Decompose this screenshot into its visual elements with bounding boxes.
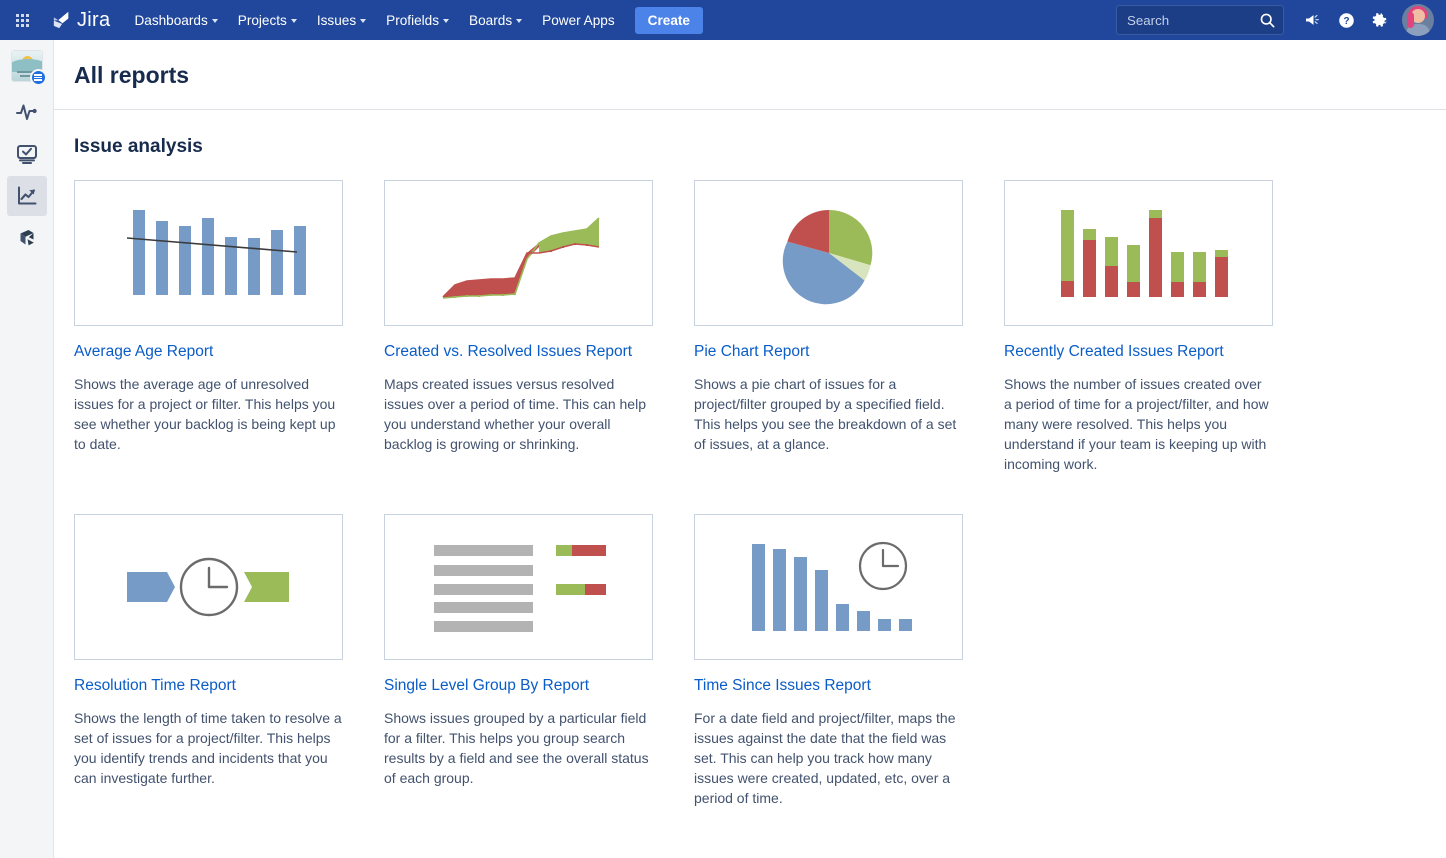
- jira-logo-home-link[interactable]: Jira: [50, 9, 110, 31]
- help-icon[interactable]: ?: [1330, 4, 1362, 36]
- chevron-down-icon: [443, 19, 449, 23]
- report-card-pie-chart: Pie Chart Report Shows a pie chart of is…: [694, 180, 963, 488]
- project-sidebar: [0, 40, 54, 858]
- time-since-issues-chart: [695, 515, 962, 659]
- report-card-average-age: Average Age Report Shows the average age…: [74, 180, 343, 488]
- report-link-average-age[interactable]: Average Age Report: [74, 342, 343, 362]
- create-button[interactable]: Create: [635, 7, 703, 34]
- average-age-chart: [75, 181, 342, 325]
- report-description: Shows a pie chart of issues for a projec…: [694, 374, 963, 454]
- report-card-recently-created: Recently Created Issues Report Shows the…: [1004, 180, 1273, 488]
- avatar-hair-strand: [1407, 12, 1414, 28]
- trend-chart-icon: [15, 184, 39, 208]
- chevron-down-icon: [516, 19, 522, 23]
- recently-created-chart: [1005, 181, 1272, 325]
- average-age-thumbnail[interactable]: [74, 180, 343, 326]
- top-navigation-bar: Jira Dashboards Projects Issues Profield…: [0, 0, 1446, 40]
- brand-name: Jira: [77, 10, 110, 30]
- user-avatar[interactable]: [1402, 4, 1434, 36]
- nav-item-profields[interactable]: Profields: [376, 0, 459, 40]
- page-title: All reports: [74, 62, 1446, 90]
- group-by-graphic: [385, 515, 652, 659]
- report-description: Shows issues grouped by a particular fie…: [384, 708, 653, 788]
- sidebar-item-board[interactable]: [7, 134, 47, 174]
- sidebar-item-releases[interactable]: [7, 218, 47, 258]
- reports-row-1: Average Age Report Shows the average age…: [74, 180, 1426, 488]
- nav-item-label: Boards: [469, 13, 512, 28]
- created-vs-resolved-chart: [385, 181, 652, 325]
- pulse-icon: [15, 100, 39, 124]
- nav-item-label: Issues: [317, 13, 356, 28]
- search-input[interactable]: [1117, 6, 1283, 34]
- main-content: All reports Issue analysis: [54, 40, 1446, 858]
- sidebar-item-activity[interactable]: [7, 92, 47, 132]
- section-title-issue-analysis: Issue analysis: [74, 136, 1426, 158]
- report-description: Maps created issues versus resolved issu…: [384, 374, 653, 454]
- resolution-time-thumbnail[interactable]: [74, 514, 343, 660]
- chevron-down-icon: [360, 19, 366, 23]
- project-type-badge: [30, 69, 47, 86]
- settings-icon[interactable]: [1364, 4, 1396, 36]
- reports-row-2: Resolution Time Report Shows the length …: [74, 514, 1426, 822]
- report-link-resolution-time[interactable]: Resolution Time Report: [74, 676, 343, 696]
- nav-item-boards[interactable]: Boards: [459, 0, 532, 40]
- report-card-time-since-issues: Time Since Issues Report For a date fiel…: [694, 514, 963, 822]
- svg-text:?: ?: [1343, 16, 1349, 27]
- sidebar-item-reports[interactable]: [7, 176, 47, 216]
- apps-grid-icon[interactable]: [6, 0, 38, 40]
- single-level-group-by-thumbnail[interactable]: [384, 514, 653, 660]
- report-link-created-vs-resolved[interactable]: Created vs. Resolved Issues Report: [384, 342, 653, 362]
- nav-item-label: Projects: [238, 13, 287, 28]
- pie-chart: [695, 181, 962, 325]
- monitor-check-icon: [15, 142, 39, 166]
- nav-item-power-apps[interactable]: Power Apps: [532, 0, 625, 40]
- release-arrow-icon: [15, 226, 39, 250]
- nav-item-label: Dashboards: [134, 13, 207, 28]
- search-box[interactable]: [1116, 5, 1284, 35]
- reports-content: Issue analysis: [54, 110, 1446, 822]
- report-description: Shows the number of issues created over …: [1004, 374, 1273, 474]
- report-link-recently-created[interactable]: Recently Created Issues Report: [1004, 342, 1273, 362]
- chevron-down-icon: [291, 19, 297, 23]
- report-card-resolution-time: Resolution Time Report Shows the length …: [74, 514, 343, 822]
- time-since-issues-thumbnail[interactable]: [694, 514, 963, 660]
- resolution-time-graphic: [75, 515, 342, 659]
- nav-item-projects[interactable]: Projects: [228, 0, 307, 40]
- report-description: For a date field and project/filter, map…: [694, 708, 963, 808]
- report-link-single-level-group-by[interactable]: Single Level Group By Report: [384, 676, 653, 696]
- report-description: Shows the length of time taken to resolv…: [74, 708, 343, 788]
- page-header: All reports: [54, 40, 1446, 110]
- recently-created-thumbnail[interactable]: [1004, 180, 1273, 326]
- jira-logo-icon: [50, 9, 72, 31]
- primary-nav-items: Dashboards Projects Issues Profields Boa…: [124, 0, 703, 40]
- report-card-created-vs-resolved: Created vs. Resolved Issues Report Maps …: [384, 180, 653, 488]
- report-link-time-since-issues[interactable]: Time Since Issues Report: [694, 676, 963, 696]
- pie-chart-thumbnail[interactable]: [694, 180, 963, 326]
- created-vs-resolved-thumbnail[interactable]: [384, 180, 653, 326]
- report-description: Shows the average age of unresolved issu…: [74, 374, 343, 454]
- project-avatar[interactable]: [11, 50, 43, 82]
- announcements-icon[interactable]: [1296, 4, 1328, 36]
- nav-item-dashboards[interactable]: Dashboards: [124, 0, 227, 40]
- report-link-pie-chart[interactable]: Pie Chart Report: [694, 342, 963, 362]
- nav-item-issues[interactable]: Issues: [307, 0, 376, 40]
- nav-item-label: Profields: [386, 13, 439, 28]
- chevron-down-icon: [212, 19, 218, 23]
- nav-right-actions: ?: [1116, 4, 1446, 36]
- nav-item-label: Power Apps: [542, 13, 615, 28]
- report-card-single-level-group-by: Single Level Group By Report Shows issue…: [384, 514, 653, 822]
